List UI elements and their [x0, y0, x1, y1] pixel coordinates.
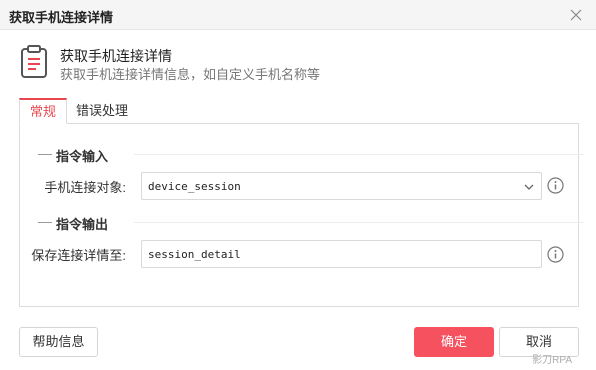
section-dash [38, 222, 52, 223]
tab-general[interactable]: 常规 [19, 98, 67, 124]
section-dash [38, 154, 52, 155]
device-field-label: 手机连接对象: [44, 180, 126, 195]
input-section-title: 指令输入 [56, 146, 585, 165]
watermark: 影刀RPA [532, 355, 572, 366]
info-icon[interactable] [547, 246, 564, 263]
tab-error-handling[interactable]: 错误处理 [71, 98, 133, 124]
device-session-value: device_session [148, 180, 241, 193]
command-description: 获取手机连接详情信息，如自定义手机名称等 [60, 67, 321, 82]
output-field-label: 保存连接详情至: [31, 248, 126, 263]
device-session-select[interactable]: device_session [141, 172, 542, 200]
help-button[interactable]: 帮助信息 [19, 327, 98, 357]
session-detail-input[interactable]: session_detail [141, 240, 542, 268]
close-icon[interactable] [568, 7, 584, 23]
session-detail-value: session_detail [148, 248, 241, 261]
confirm-button[interactable]: 确定 [414, 327, 494, 357]
chevron-down-icon[interactable] [523, 181, 535, 193]
dialog-title: 获取手机连接详情 [9, 10, 114, 25]
clipboard-icon [21, 45, 47, 78]
output-section-title: 指令输出 [56, 214, 585, 233]
info-icon[interactable] [547, 177, 564, 194]
command-title: 获取手机连接详情 [60, 48, 172, 64]
dialog-titlebar: 获取手机连接详情 [0, 0, 596, 30]
tab-bar: 常规 错误处理 [19, 98, 579, 124]
command-header: 获取手机连接详情 获取手机连接详情信息，如自定义手机名称等 [18, 44, 578, 84]
